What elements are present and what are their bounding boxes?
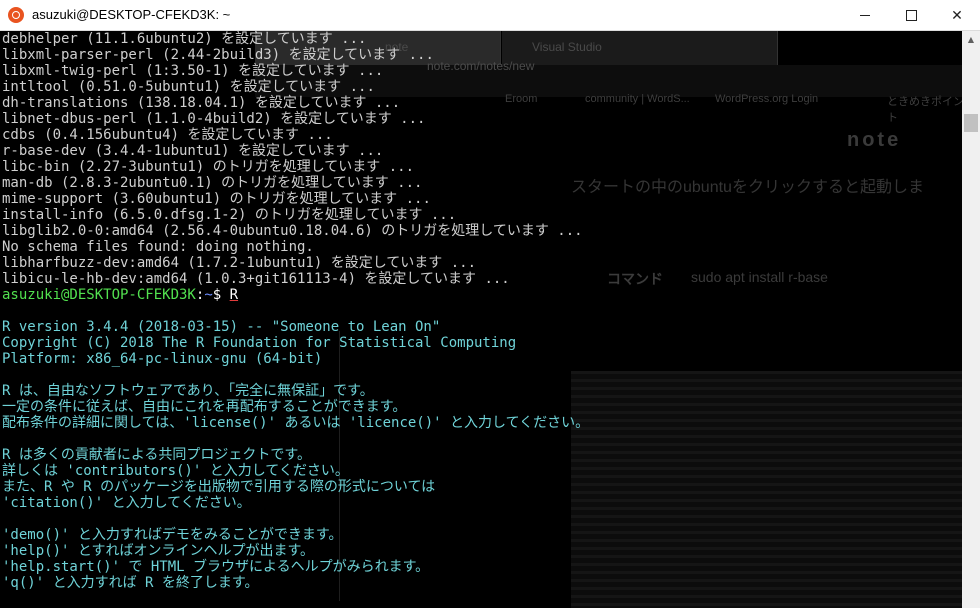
close-icon: ✕ — [951, 7, 963, 24]
ubuntu-icon — [8, 7, 24, 23]
window-titlebar: asuzuki@DESKTOP-CFEKD3K: ~ ✕ — [0, 0, 980, 31]
maximize-button[interactable] — [888, 0, 934, 31]
terminal-line: mime-support (3.60ubuntu1) のトリガを処理しています … — [2, 191, 431, 207]
terminal-line: install-info (6.5.0.dfsg.1-2) のトリガを処理してい… — [2, 207, 457, 223]
terminal-line: libc-bin (2.27-3ubuntu1) のトリガを処理しています ..… — [2, 159, 415, 175]
terminal-line: man-db (2.8.3-2ubuntu0.1) のトリガを処理しています .… — [2, 175, 423, 191]
r-banner-line: R version 3.4.4 (2018-03-15) -- "Someone… — [2, 319, 441, 335]
terminal-line: cdbs (0.4.156ubuntu4) を設定しています ... — [2, 127, 333, 143]
shell-prompt: asuzuki@DESKTOP-CFEKD3K:~$ R — [2, 287, 238, 303]
r-banner-line: 'citation()' と入力してください。 — [2, 495, 251, 511]
prompt-symbol: $ — [212, 287, 222, 303]
terminal-line: libharfbuzz-dev:amd64 (1.7.2-1ubuntu1) を… — [2, 255, 477, 271]
terminal-line: libicu-le-hb-dev:amd64 (1.0.3+git161113-… — [2, 271, 510, 287]
prompt-path: ~ — [204, 287, 213, 303]
scroll-thumb[interactable] — [964, 114, 978, 132]
r-banner-line: R は多くの貢献者による共同プロジェクトです。 — [2, 447, 312, 463]
prompt-user-host: asuzuki@DESKTOP-CFEKD3K — [2, 287, 196, 303]
terminal-line: dh-translations (138.18.04.1) を設定しています .… — [2, 95, 401, 111]
terminal-line: libxml-parser-perl (2.44-2build3) を設定してい… — [2, 47, 434, 63]
terminal-line: libnet-dbus-perl (1.1.0-4build2) を設定していま… — [2, 111, 426, 127]
terminal-line: No schema files found: doing nothing. — [2, 239, 314, 255]
r-banner-line: R は、自由なソフトウェアであり、「完全に無保証」です。 — [2, 383, 374, 399]
r-banner-line: 'demo()' と入力すればデモをみることができます。 — [2, 527, 343, 543]
terminal-line: libxml-twig-perl (1:3.50-1) を設定しています ... — [2, 63, 384, 79]
r-banner-line: 'help()' とすればオンラインヘルプが出ます。 — [2, 543, 315, 559]
terminal-line: intltool (0.51.0-5ubuntu1) を設定しています ... — [2, 79, 375, 95]
r-banner-line: 一定の条件に従えば、自由にこれを再配布することができます。 — [2, 399, 407, 415]
maximize-icon — [905, 10, 917, 21]
window-title: asuzuki@DESKTOP-CFEKD3K: ~ — [32, 7, 231, 22]
r-banner-line: また、R や R のパッケージを出版物で引用する際の形式については — [2, 479, 436, 495]
terminal-line: libglib2.0-0:amd64 (2.56.4-0ubuntu0.18.0… — [2, 223, 583, 239]
r-banner-line: Platform: x86_64-pc-linux-gnu (64-bit) — [2, 351, 323, 367]
minimize-button[interactable] — [842, 0, 888, 31]
terminal-line: r-base-dev (3.4.4-1ubuntu1) を設定しています ... — [2, 143, 384, 159]
r-banner-line: 詳しくは 'contributors()' と入力してください。 — [2, 463, 349, 479]
r-banner-line: Copyright (C) 2018 The R Foundation for … — [2, 335, 517, 351]
minimize-icon — [860, 15, 870, 16]
terminal-output[interactable]: debhelper (11.1.6ubuntu2) を設定しています ... l… — [0, 31, 962, 608]
close-button[interactable]: ✕ — [934, 0, 980, 31]
r-banner-line: 'q()' と入力すれば R を終了します。 — [2, 575, 259, 591]
terminal-line: debhelper (11.1.6ubuntu2) を設定しています ... — [2, 31, 367, 47]
vertical-scrollbar[interactable]: ▲ — [962, 31, 980, 608]
prompt-command: R — [229, 287, 239, 303]
r-banner-line: 'help.start()' で HTML ブラウザによるヘルプがみられます。 — [2, 559, 430, 575]
scroll-up-arrow-icon[interactable]: ▲ — [962, 31, 980, 48]
r-banner-line: 配布条件の詳細に関しては、'license()' あるいは 'licence()… — [2, 415, 590, 431]
